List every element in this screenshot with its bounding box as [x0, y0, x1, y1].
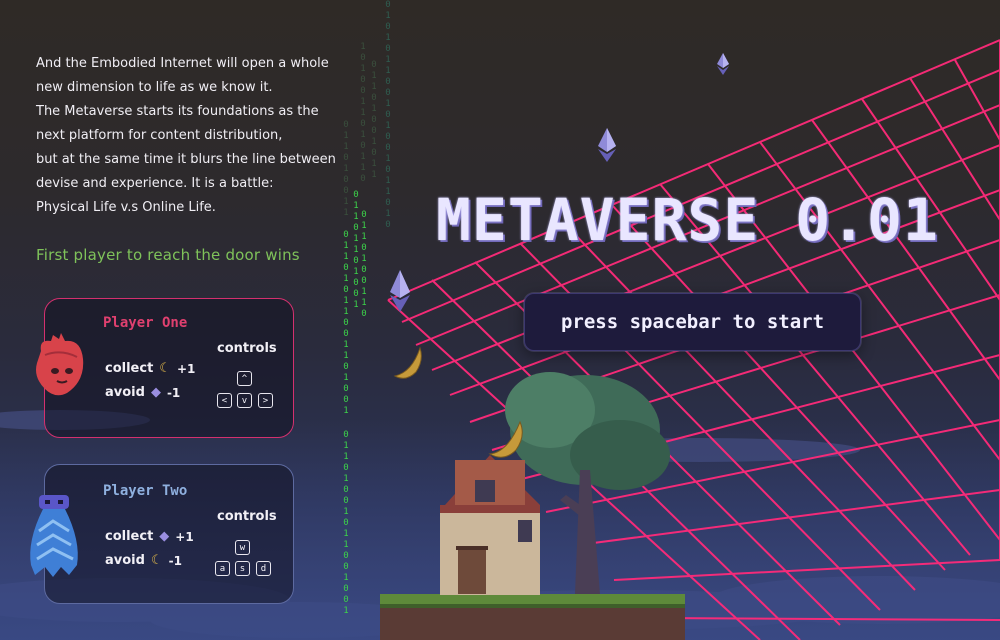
key-s: s — [235, 561, 250, 576]
ground-platform — [380, 594, 685, 640]
intro-line: but at the same time it blurs the line b… — [36, 152, 336, 167]
binary-rain-column: 01101001011 — [371, 60, 377, 180]
player-one-collect-row: collect ☾ +1 — [105, 361, 195, 376]
heart-avatar-icon — [36, 333, 84, 396]
key-down: v — [237, 393, 252, 408]
binary-rain-column: 01101001011001001 — [343, 430, 349, 616]
player-two-collect-row: collect ◆ +1 — [105, 529, 194, 544]
collect-label: collect — [105, 361, 154, 376]
avoid-label: avoid — [105, 385, 145, 400]
collect-amount: +1 — [176, 361, 196, 376]
collect-label: collect — [105, 529, 154, 544]
game-scene: 010101100101001011010 1010011010110 0110… — [0, 0, 1000, 640]
intro-line: And the Embodied Internet will open a wh… — [36, 56, 329, 71]
ethereum-gem — [598, 128, 616, 162]
player-two-name: Player Two — [103, 483, 188, 499]
player-one-card: Player One collect ☾ +1 avoid ◆ -1 contr… — [36, 298, 294, 438]
win-rule-text: First player to reach the door wins — [36, 246, 300, 264]
banana-icon: ☾ — [159, 361, 171, 376]
ethereum-gem — [717, 53, 729, 75]
key-up: ^ — [237, 371, 252, 386]
intro-line: The Metaverse starts its foundations as … — [36, 104, 319, 119]
ghost-avatar-icon — [30, 495, 78, 577]
key-left: < — [217, 393, 232, 408]
house — [440, 455, 540, 595]
intro-line: new dimension to life as we know it. — [36, 80, 273, 95]
binary-rain-column: 1010011010110 — [360, 42, 366, 184]
intro-line: next platform for content distribution, — [36, 128, 283, 143]
binary-rain-column: 0110100110 — [361, 210, 367, 319]
controls-label: controls — [217, 341, 277, 356]
key-d: d — [256, 561, 271, 576]
ethereum-gem-icon: ◆ — [150, 385, 161, 400]
binary-rain-column: 01101101001 — [353, 190, 359, 310]
avoid-label: avoid — [105, 553, 145, 568]
intro-line: Physical Life v.s Online Life. — [36, 200, 216, 215]
banana-icon: ☾ — [150, 553, 163, 568]
player-one-name: Player One — [103, 315, 188, 331]
collect-amount: +1 — [175, 529, 194, 544]
key-right: > — [258, 393, 273, 408]
key-a: a — [215, 561, 230, 576]
avoid-amount: -1 — [166, 385, 181, 400]
player-one-avoid-row: avoid ◆ -1 — [105, 385, 180, 400]
player-two-card: Player Two collect ◆ +1 avoid ☾ -1 contr… — [30, 464, 294, 604]
player-two-avoid-row: avoid ☾ -1 — [105, 553, 182, 568]
binary-rain-column: 01101011001101001 — [343, 230, 349, 416]
banana-pickup — [393, 346, 422, 379]
binary-rain-column: 010101100101001011010 — [385, 0, 391, 230]
avoid-amount: -1 — [168, 553, 182, 568]
controls-label: controls — [217, 509, 277, 524]
key-w: w — [235, 540, 250, 555]
start-button[interactable]: press spacebar to start — [524, 293, 861, 351]
ethereum-gem-icon: ◆ — [159, 529, 170, 544]
intro-text: And the Embodied Internet will open a wh… — [36, 52, 346, 220]
intro-line: devise and experience. It is a battle: — [36, 176, 274, 191]
game-title: METAVERSE 0.01 — [436, 186, 939, 254]
